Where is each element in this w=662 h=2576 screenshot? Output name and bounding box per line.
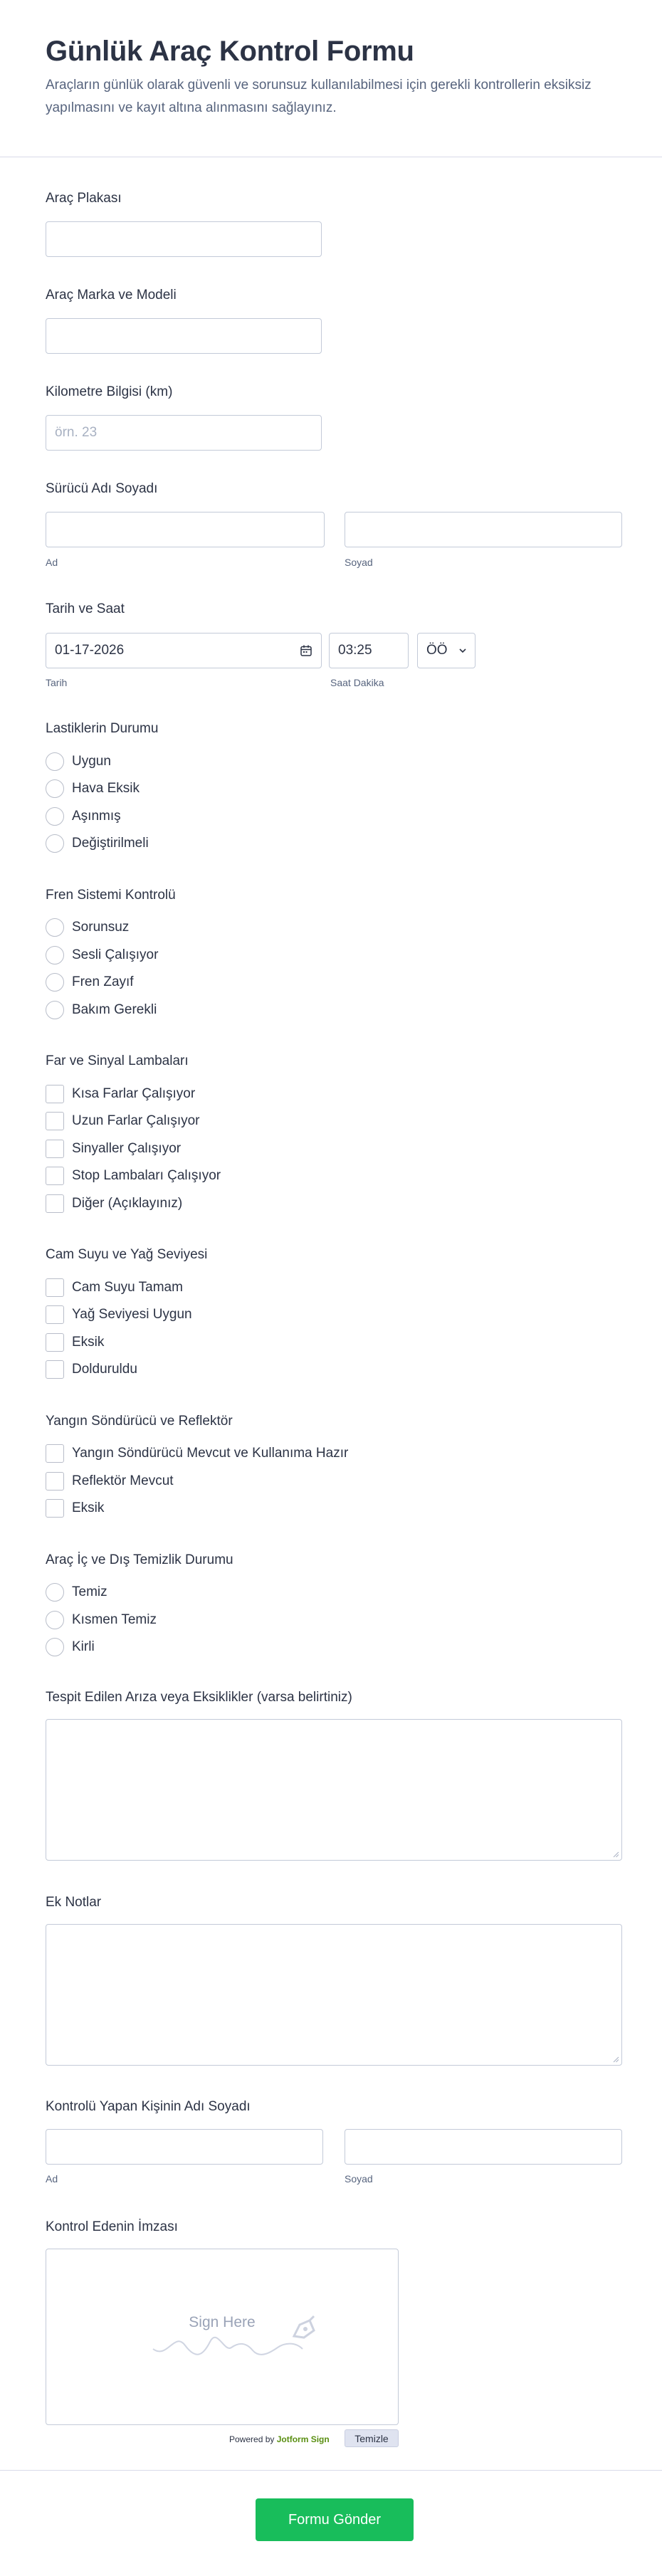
radio-button[interactable] (46, 973, 64, 992)
clear-signature-button[interactable]: Temizle (345, 2429, 399, 2447)
lights-option[interactable]: Uzun Farlar Çalışıyor (46, 1110, 200, 1132)
brakes-label: Fren Sistemi Kontrolü (46, 888, 176, 903)
brakes-option[interactable]: Bakım Gerekli (46, 999, 157, 1021)
radio-button[interactable] (46, 834, 64, 853)
date-input[interactable]: 01-17-2026 (46, 633, 322, 668)
jotform-sign-brand: Jotform Sign (276, 2434, 330, 2444)
lights-option[interactable]: Diğer (Açıklayınız) (46, 1193, 182, 1214)
radio-button[interactable] (46, 1611, 64, 1629)
checkbox[interactable] (46, 1194, 64, 1213)
safety-option[interactable]: Reflektör Mevcut (46, 1471, 174, 1492)
driver-last-sublabel: Soyad (345, 557, 373, 568)
radio-button[interactable] (46, 918, 64, 937)
radio-button[interactable] (46, 1638, 64, 1656)
checkbox[interactable] (46, 1333, 64, 1352)
notes-label: Ek Notlar (46, 1895, 102, 1910)
form-header: Günlük Araç Kontrol Formu Araçların günl… (0, 0, 662, 157)
tires-option[interactable]: Hava Eksik (46, 778, 140, 799)
checkbox[interactable] (46, 1112, 64, 1130)
pen-nib-icon (292, 2315, 315, 2339)
checkbox[interactable] (46, 1360, 64, 1379)
checkbox[interactable] (46, 1085, 64, 1103)
date-value: 01-17-2026 (55, 643, 125, 658)
checkbox[interactable] (46, 1167, 64, 1185)
driver-label: Sürücü Adı Soyadı (46, 481, 158, 496)
radio-button[interactable] (46, 946, 64, 964)
driver-last-name-input[interactable] (345, 512, 622, 547)
lights-option[interactable]: Kısa Farlar Çalışıyor (46, 1083, 195, 1105)
cleanliness-option[interactable]: Temiz (46, 1582, 107, 1603)
tires-option[interactable]: Değiştirilmeli (46, 833, 149, 854)
signature-pad[interactable]: Sign Here (46, 2249, 399, 2425)
inspector-label: Kontrolü Yapan Kişinin Adı Soyadı (46, 2099, 251, 2114)
cleanliness-label: Araç İç ve Dış Temizlik Durumu (46, 1552, 233, 1567)
notes-textarea[interactable] (46, 1924, 622, 2066)
inspector-last-name-input[interactable] (345, 2129, 622, 2165)
checkbox[interactable] (46, 1305, 64, 1324)
plate-input[interactable] (46, 221, 322, 257)
brakes-option[interactable]: Sesli Çalışıyor (46, 945, 158, 966)
submit-button[interactable]: Formu Gönder (256, 2498, 414, 2541)
form-footer-divider (0, 2470, 662, 2471)
tires-label: Lastiklerin Durumu (46, 721, 159, 736)
time-value: 03:25 (338, 643, 372, 658)
safety-option[interactable]: Eksik (46, 1498, 104, 1519)
tires-option[interactable]: Uygun (46, 751, 111, 772)
date-sublabel: Tarih (46, 677, 68, 688)
safety-label: Yangın Söndürücü ve Reflektör (46, 1414, 233, 1429)
cleanliness-option[interactable]: Kirli (46, 1636, 95, 1658)
brakes-option[interactable]: Sorunsuz (46, 917, 129, 938)
resize-handle-icon[interactable] (613, 1851, 619, 1858)
lights-label: Far ve Sinyal Lambaları (46, 1053, 189, 1068)
form-title: Günlük Araç Kontrol Formu (46, 36, 414, 67)
driver-first-name-input[interactable] (46, 512, 325, 547)
fluids-option[interactable]: Yağ Seviyesi Uygun (46, 1304, 192, 1325)
checkbox[interactable] (46, 1499, 64, 1518)
checkbox[interactable] (46, 1278, 64, 1297)
chevron-down-icon (459, 648, 466, 653)
calendar-icon[interactable] (300, 644, 312, 657)
checkbox[interactable] (46, 1444, 64, 1463)
inspector-last-sublabel: Soyad (345, 2173, 373, 2185)
km-input[interactable] (46, 415, 322, 451)
driver-first-sublabel: Ad (46, 557, 58, 568)
km-label: Kilometre Bilgisi (km) (46, 384, 173, 399)
inspector-first-sublabel: Ad (46, 2173, 58, 2185)
time-input[interactable]: 03:25 (329, 633, 409, 668)
resize-handle-icon[interactable] (613, 2056, 619, 2063)
fluids-option[interactable]: Eksik (46, 1332, 104, 1353)
radio-button[interactable] (46, 1583, 64, 1602)
powered-by-text: Powered by Jotform Sign (229, 2434, 330, 2444)
signature-label: Kontrol Edenin İmzası (46, 2219, 178, 2234)
time-sublabel: Saat Dakika (330, 677, 384, 688)
ampm-select[interactable]: ÖÖ (417, 633, 476, 668)
ampm-value: ÖÖ (426, 643, 448, 658)
datetime-label: Tarih ve Saat (46, 601, 125, 616)
radio-button[interactable] (46, 1001, 64, 1019)
checkbox[interactable] (46, 1472, 64, 1491)
safety-option[interactable]: Yangın Söndürücü Mevcut ve Kullanıma Haz… (46, 1443, 348, 1464)
radio-button[interactable] (46, 752, 64, 771)
form-subtitle: Araçların günlük olarak güvenli ve sorun… (46, 78, 592, 115)
cleanliness-option[interactable]: Kısmen Temiz (46, 1609, 157, 1631)
radio-button[interactable] (46, 779, 64, 798)
inspector-first-name-input[interactable] (46, 2129, 323, 2165)
tires-option[interactable]: Aşınmış (46, 806, 121, 827)
fluids-option[interactable]: Dolduruldu (46, 1359, 137, 1380)
make-model-label: Araç Marka ve Modeli (46, 288, 177, 303)
fluids-label: Cam Suyu ve Yağ Seviyesi (46, 1247, 208, 1262)
radio-button[interactable] (46, 807, 64, 826)
plate-label: Araç Plakası (46, 191, 122, 206)
make-model-input[interactable] (46, 318, 322, 354)
faults-textarea[interactable] (46, 1719, 622, 1861)
brakes-option[interactable]: Fren Zayıf (46, 972, 134, 993)
checkbox[interactable] (46, 1140, 64, 1158)
lights-option[interactable]: Sinyaller Çalışıyor (46, 1138, 181, 1160)
fluids-option[interactable]: Cam Suyu Tamam (46, 1277, 183, 1298)
lights-option[interactable]: Stop Lambaları Çalışıyor (46, 1165, 221, 1187)
faults-label: Tespit Edilen Arıza veya Eksiklikler (va… (46, 1690, 352, 1705)
